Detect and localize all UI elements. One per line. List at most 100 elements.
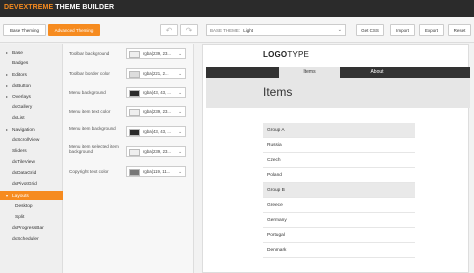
setting-label: Menu item selected item background [69,144,119,155]
undo-icon: ↶ [165,26,173,35]
title-band [206,78,470,108]
sidebar-item-dxpivotgrid[interactable]: dxPivotGrid [0,180,63,189]
tab-about[interactable]: About [340,67,414,78]
toolbar-border-color-picker[interactable]: rgba(221, 2... ⌄ [126,68,186,79]
sidebar-item-split[interactable]: Split [0,213,63,222]
setting-label: Copyright text color [69,169,109,174]
brand-devextreme: DEVEXTREME [4,4,54,11]
sidebar-item-label: Overlays [12,95,31,100]
chevron-down-icon: ⌄ [178,51,182,56]
chevron-down-icon: ⌄ [178,149,182,154]
app-header: DEVEXTREME THEME BUILDER [0,0,474,17]
toolbar-background-color-picker[interactable]: rgba(239, 23... ⌄ [126,48,186,59]
sidebar-item-label: Editors [12,73,27,78]
color-swatch [129,168,140,176]
sidebar-item-label: Layouts [12,194,29,199]
base-theme-value: Light [243,28,253,33]
setting-label: Menu item background [69,126,116,131]
chevron-down-icon: ⌄ [178,71,182,76]
setting-label: Toolbar border color [69,71,110,76]
list-item[interactable]: Poland [263,168,415,183]
get-css-button[interactable]: Get CSS [356,24,384,36]
chevron-down-icon: ⌄ [337,27,342,33]
color-value: rgba(43, 43, ... [143,90,171,95]
redo-button[interactable]: ↷ [180,24,198,36]
list-group-header: Group A [263,123,415,138]
base-theming-button[interactable]: Base Theming [3,24,46,36]
color-value: rgba(239, 23... [143,51,171,56]
export-button[interactable]: Export [419,24,444,36]
sidebar-item-label: dxButton [12,84,31,89]
sidebar-item-sliders[interactable]: Sliders [0,147,63,156]
sidebar-item-label: Desktop [15,204,33,209]
preview-tabs: Items About [206,67,470,78]
sidebar-item-label: dxList [12,116,25,121]
color-swatch [129,108,140,116]
menu-background-color-picker[interactable]: rgba(43, 43, ... ⌄ [126,87,186,98]
logo-rest-text: TYPE [287,50,310,59]
sidebar-item-label: Navigation [12,128,35,133]
sidebar-item-navigation[interactable]: ▸ Navigation [0,125,63,134]
sidebar-item-dxlist[interactable]: dxList [0,114,63,123]
sidebar-item-label: Badges [12,61,29,66]
sidebar-item-dxtileview[interactable]: dxTileView [0,158,63,167]
sidebar-item-label: dxPivotGrid [12,182,37,187]
color-value: rgba(43, 43, ... [143,129,171,134]
sidebar-item-label: dxGallery [12,105,33,110]
color-swatch [129,70,140,78]
sidebar-item-overlays[interactable]: ▸ Overlays [0,92,63,101]
setting-label: Menu background [69,90,106,95]
list-item[interactable]: Greece [263,198,415,213]
menu-item-text-color-picker[interactable]: rgba(239, 23... ⌄ [126,106,186,117]
sidebar-item-dxprogressbar[interactable]: dxProgressBar [0,224,63,233]
setting-label: Menu item text color [69,109,111,114]
list-group-header: Group B [263,183,415,198]
copyright-text-color-picker[interactable]: rgba(119, 11... ⌄ [126,166,186,177]
base-theme-label: BASE THEME: [210,28,241,33]
sidebar-item-editors[interactable]: ▸ Editors [0,70,63,79]
color-swatch [129,148,140,156]
sidebar-item-label: dxTileView [12,160,35,165]
list-item[interactable]: Denmark [263,243,415,258]
preview-title: Items [263,85,293,99]
undo-button[interactable]: ↶ [160,24,178,36]
sidebar-item-label: Base [12,51,23,56]
sidebar-item-dxscheduler[interactable]: dxScheduler [0,235,63,244]
list-item[interactable]: Germany [263,213,415,228]
color-value: rgba(221, 2... [143,71,169,76]
sidebar-item-desktop[interactable]: Desktop [0,202,63,211]
tab-items[interactable]: Items [279,67,340,78]
color-swatch [129,89,140,97]
import-button[interactable]: Import [390,24,415,36]
sidebar-item-dxdatagrid[interactable]: dxDataGrid [0,169,63,178]
sidebar-item-badges[interactable]: Badges [0,59,63,68]
menu-item-selected-background-color-picker[interactable]: rgba(239, 23... ⌄ [126,146,186,157]
color-value: rgba(239, 23... [143,109,171,114]
logo-bold-text: LOGO [263,50,288,59]
chevron-down-icon: ⌄ [178,109,182,114]
color-swatch [129,128,140,136]
sidebar-item-dxscrollview[interactable]: dxScrollView [0,136,63,145]
chevron-down-icon: ⌄ [178,129,182,134]
setting-label: Toolbar background [69,51,110,56]
reset-button[interactable]: Reset [448,24,471,36]
sidebar-item-label: dxScrollView [12,138,40,143]
brand-theme-builder: THEME BUILDER [53,4,115,11]
sidebar-item-dxbutton[interactable]: ▸ dxButton [0,81,63,90]
sidebar-item-label: dxDataGrid [12,171,37,176]
sidebar-item-label: Split [15,215,25,220]
chevron-down-icon: ⌄ [178,169,182,174]
sidebar-item-base[interactable]: ▸ Base [0,48,63,57]
base-theme-select[interactable]: BASE THEME: Light ⌄ [206,24,346,36]
list-item[interactable]: Portugal [263,228,415,243]
settings-panel: Toolbar background rgba(239, 23... ⌄ Too… [63,44,194,273]
list-item[interactable]: Russia [263,138,415,153]
preview-logo: LOGOTYPE [263,50,309,59]
sidebar-item-label: Sliders [12,149,27,154]
menu-item-background-color-picker[interactable]: rgba(43, 43, ... ⌄ [126,126,186,137]
advanced-theming-button[interactable]: Advanced Theming [48,24,100,36]
sidebar-item-dxgallery[interactable]: dxGallery [0,103,63,112]
list-item[interactable]: Czech [263,153,415,168]
sidebar-item-label: dxProgressBar [12,226,44,231]
sidebar-item-layouts[interactable]: ▾ Layouts [0,191,63,200]
